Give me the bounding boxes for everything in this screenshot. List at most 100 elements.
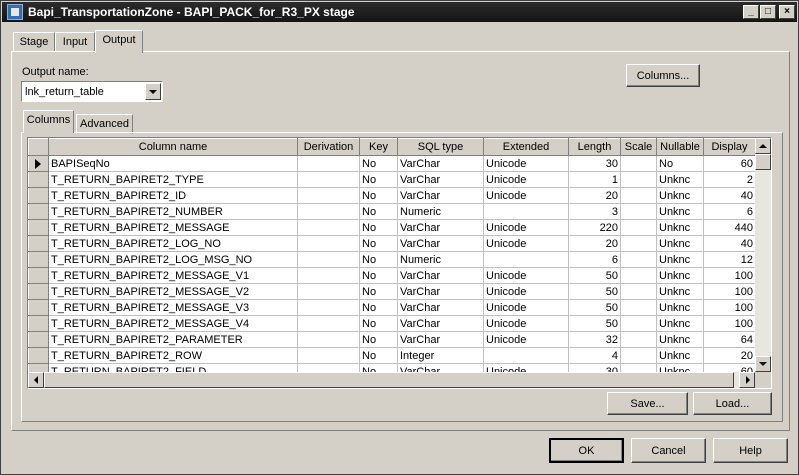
cell-derivation[interactable] (297, 251, 360, 268)
cell-nullable[interactable]: Unknc (656, 331, 704, 348)
col-header-nullable[interactable]: Nullable (656, 138, 704, 156)
row-selector[interactable] (28, 171, 49, 188)
cell-nullable[interactable]: Unknc (656, 235, 704, 252)
table-row[interactable]: T_RETURN_BAPIRET2_MESSAGE_V2 No VarChar Uni… (28, 283, 756, 300)
minimize-icon[interactable]: _ (743, 5, 759, 19)
col-header-name[interactable]: Column name (48, 138, 298, 156)
cell-display[interactable]: 40 (703, 187, 756, 204)
cell-sql[interactable]: VarChar (397, 331, 484, 348)
maximize-icon[interactable]: □ (760, 5, 776, 19)
cell-scale[interactable] (620, 283, 657, 300)
cell-display[interactable]: 100 (703, 267, 756, 284)
cell-key[interactable]: No (359, 299, 398, 316)
vertical-scrollbar[interactable] (755, 138, 771, 372)
cell-sql[interactable]: VarChar (397, 283, 484, 300)
vertical-scroll-thumb[interactable] (755, 154, 771, 170)
horizontal-scroll-thumb[interactable] (44, 372, 734, 388)
cell-name[interactable]: T_RETURN_BAPIRET2_ROW (48, 347, 298, 364)
cell-scale[interactable] (620, 171, 657, 188)
col-header-display[interactable]: Display (703, 138, 756, 156)
row-selector[interactable] (28, 267, 49, 284)
cell-derivation[interactable] (297, 283, 360, 300)
table-row[interactable]: T_RETURN_BAPIRET2_ID No VarChar Unicode 20 Un… (28, 187, 756, 204)
cell-length[interactable]: 4 (568, 347, 621, 364)
cell-extended[interactable]: Unicode (483, 187, 569, 204)
table-row[interactable]: T_RETURN_BAPIRET2_NUMBER No Numeric 3 Unknc 6 (28, 203, 756, 220)
cell-length[interactable]: 20 (568, 187, 621, 204)
table-row[interactable]: T_RETURN_BAPIRET2_MESSAGE No VarChar Unicod… (28, 219, 756, 236)
cell-sql[interactable]: Numeric (397, 251, 484, 268)
tab-advanced[interactable]: Advanced (76, 114, 133, 134)
cell-key[interactable]: No (359, 203, 398, 220)
col-header-scale[interactable]: Scale (620, 138, 657, 156)
cell-derivation[interactable] (297, 219, 360, 236)
cell-key[interactable]: No (359, 347, 398, 364)
cell-name[interactable]: T_RETURN_BAPIRET2_NUMBER (48, 203, 298, 220)
cell-sql[interactable]: VarChar (397, 267, 484, 284)
cell-length[interactable]: 50 (568, 315, 621, 332)
cell-display[interactable]: 100 (703, 299, 756, 316)
cell-display[interactable]: 100 (703, 315, 756, 332)
tab-stage[interactable]: Stage (13, 32, 55, 52)
cell-extended[interactable]: Unicode (483, 267, 569, 284)
table-row[interactable]: T_RETURN_BAPIRET2_MESSAGE_V4 No VarChar Uni… (28, 315, 756, 332)
cell-extended[interactable]: Unicode (483, 155, 569, 172)
cell-extended[interactable]: Unicode (483, 299, 569, 316)
cell-extended[interactable]: Unicode (483, 219, 569, 236)
cell-extended[interactable]: Unicode (483, 283, 569, 300)
cell-scale[interactable] (620, 267, 657, 284)
cell-nullable[interactable]: Unknc (656, 299, 704, 316)
cell-nullable[interactable]: Unknc (656, 283, 704, 300)
table-row[interactable]: T_RETURN_BAPIRET2_MESSAGE_V3 No VarChar Uni… (28, 299, 756, 316)
cell-display[interactable]: 64 (703, 331, 756, 348)
columns-grid[interactable]: Column name Derivation Key SQL type Exte… (27, 137, 772, 389)
save-button[interactable]: Save... (607, 392, 688, 415)
cell-display[interactable]: 440 (703, 219, 756, 236)
table-row[interactable]: T_RETURN_BAPIRET2_TYPE No VarChar Unicode 1 U… (28, 171, 756, 188)
cell-derivation[interactable] (297, 171, 360, 188)
ok-button[interactable]: OK (549, 438, 624, 463)
table-row[interactable]: T_RETURN_BAPIRET2_LOG_NO No VarChar Unicode… (28, 235, 756, 252)
cell-scale[interactable] (620, 251, 657, 268)
cell-scale[interactable] (620, 315, 657, 332)
cell-name[interactable]: T_RETURN_BAPIRET2_MESSAGE_V4 (48, 315, 298, 332)
cell-derivation[interactable] (297, 347, 360, 364)
cell-sql[interactable]: VarChar (397, 299, 484, 316)
cell-name[interactable]: BAPISeqNo (48, 155, 298, 172)
cell-length[interactable]: 20 (568, 235, 621, 252)
cell-key[interactable]: No (359, 235, 398, 252)
cell-scale[interactable] (620, 219, 657, 236)
title-bar[interactable]: Bapi_TransportationZone - BAPI_PACK_for_… (2, 2, 797, 22)
cell-extended[interactable] (483, 347, 569, 364)
close-icon[interactable]: × (779, 5, 795, 19)
cell-name[interactable]: T_RETURN_BAPIRET2_MESSAGE_V3 (48, 299, 298, 316)
cell-derivation[interactable] (297, 267, 360, 284)
row-selector[interactable] (28, 203, 49, 220)
cell-display[interactable]: 12 (703, 251, 756, 268)
cell-derivation[interactable] (297, 203, 360, 220)
row-selector[interactable] (28, 235, 49, 252)
help-button[interactable]: Help (713, 438, 788, 463)
tab-input[interactable]: Input (55, 32, 95, 52)
cell-scale[interactable] (620, 331, 657, 348)
cell-sql[interactable]: VarChar (397, 171, 484, 188)
cell-display[interactable]: 40 (703, 235, 756, 252)
cell-nullable[interactable]: Unknc (656, 187, 704, 204)
cell-key[interactable]: No (359, 331, 398, 348)
cell-nullable[interactable]: Unknc (656, 171, 704, 188)
cell-key[interactable]: No (359, 187, 398, 204)
cell-extended[interactable] (483, 203, 569, 220)
cell-sql[interactable]: VarChar (397, 219, 484, 236)
table-row[interactable]: T_RETURN_BAPIRET2_PARAMETER No VarChar Unic… (28, 331, 756, 348)
cell-length[interactable]: 50 (568, 299, 621, 316)
cell-key[interactable]: No (359, 219, 398, 236)
col-header-derivation[interactable]: Derivation (297, 138, 360, 156)
cell-derivation[interactable] (297, 187, 360, 204)
horizontal-scrollbar[interactable] (28, 372, 755, 388)
cell-sql[interactable]: Integer (397, 347, 484, 364)
cell-nullable[interactable]: Unknc (656, 219, 704, 236)
cell-nullable[interactable]: Unknc (656, 203, 704, 220)
cell-extended[interactable]: Unicode (483, 315, 569, 332)
cell-scale[interactable] (620, 347, 657, 364)
cell-derivation[interactable] (297, 155, 360, 172)
